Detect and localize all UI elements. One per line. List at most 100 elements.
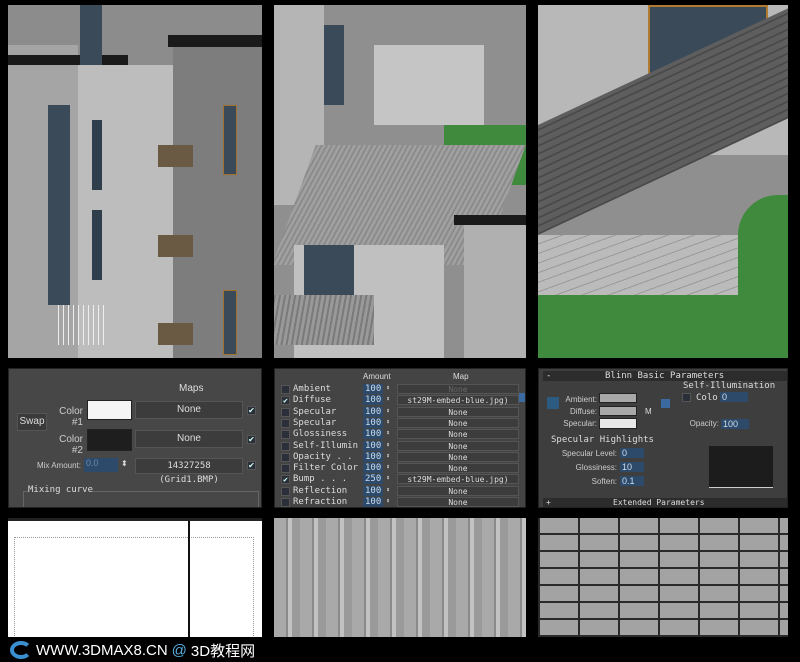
map-enable-checkbox[interactable] [281,441,290,451]
map-enable-checkbox[interactable] [281,486,290,496]
map-amount-input[interactable]: 100 [363,429,383,440]
map-slot-button[interactable]: None [397,451,519,462]
glossiness-label: Glossiness: [575,463,617,472]
mix-map-panel: Maps Swap Color #1 None ✔ Color #2 None … [8,368,262,508]
color1-label: Color #1 [59,406,83,428]
extended-parameters-bar[interactable]: + Extended Parameters [543,498,787,507]
map-amount-input[interactable]: 100 [363,384,383,394]
site-url: WWW.3DMAX8.CN [36,641,168,659]
building-wall [464,225,526,358]
map-label: Specular [293,406,337,417]
map-label: Ambient [293,384,331,394]
map-slot-button[interactable]: None [397,384,519,394]
map-slot-button[interactable]: None [397,440,519,451]
color1-map-button[interactable]: None [135,401,243,419]
map-slot-button[interactable]: None [397,406,519,417]
map-row: Glossiness 100 ⬍ None [281,429,525,440]
map-enable-checkbox[interactable] [281,418,290,428]
self-illum-color-label: Colo [696,393,718,403]
map-slot-button[interactable]: None [397,485,519,496]
amount-spinner[interactable]: ⬍ [386,441,390,449]
amount-header: Amount [363,372,391,381]
rollout-title-bar[interactable]: - Blinn Basic Parameters [543,371,787,381]
map-amount-input[interactable]: 100 [363,395,383,406]
map-enable-checkbox[interactable] [281,498,290,507]
mix-amount-input[interactable]: 0.0 [84,458,118,472]
diffuse-swatch[interactable] [599,406,637,416]
ambient-swatch[interactable] [599,393,637,403]
roof-edge [168,35,262,47]
map-label: Filter Color [293,463,359,474]
amount-spinner[interactable]: ⬍ [386,407,390,415]
amount-spinner[interactable]: ⬍ [386,497,390,505]
map-amount-input[interactable]: 100 [363,417,383,428]
map-slot-button[interactable]: None [397,429,519,440]
self-illum-input[interactable]: 0 [720,392,748,402]
diffuse-map-button[interactable]: M [645,407,652,416]
amount-spinner[interactable]: ⬍ [386,384,390,392]
self-illumination-title: Self-Illumination [683,381,776,391]
color2-map-button[interactable]: None [135,430,243,448]
map-amount-input[interactable]: 100 [363,451,383,462]
grid-line [188,521,190,637]
swap-button[interactable]: Swap [17,413,47,431]
map-slot-button[interactable]: st29M-embed-blue.jpg) [397,474,519,485]
viewport-wall[interactable] [538,5,788,358]
map-amount-input[interactable]: 250 [363,474,383,485]
map-enable-checkbox[interactable] [281,430,290,440]
map-enable-checkbox[interactable]: ✔ [281,475,290,485]
map-slot-button[interactable]: None [397,463,519,474]
viewport-courtyard[interactable] [274,5,526,358]
map-enable-checkbox[interactable] [281,407,290,417]
map-slot-button[interactable]: None [397,417,519,428]
mix-amount-spinner[interactable]: ⬍ [121,459,128,468]
specular-swatch[interactable] [599,418,637,429]
color2-map-checkbox[interactable]: ✔ [247,435,256,444]
mix-amount-map-button[interactable]: 14327258 (Grid1.BMP) [135,458,243,485]
mix-amount-label: Mix Amount: [36,461,81,470]
window [324,25,344,105]
specular-level-input[interactable]: 0 [620,448,644,458]
opacity-input[interactable]: 100 [721,419,749,429]
color1-swatch[interactable] [87,400,132,420]
specular-highlights-title: Specular Highlights [551,435,654,445]
amount-spinner[interactable]: ⬍ [386,429,390,437]
window [223,105,237,175]
map-amount-input[interactable]: 100 [363,497,383,507]
map-enable-checkbox[interactable] [281,464,290,474]
soften-input[interactable]: 0.1 [620,476,644,486]
lock-icon[interactable] [519,393,525,402]
map-amount-input[interactable]: 100 [363,406,383,417]
map-enable-checkbox[interactable]: ✔ [281,396,290,406]
lock-map-icon[interactable] [661,399,670,408]
map-amount-input[interactable]: 100 [363,463,383,474]
amount-spinner[interactable]: ⬍ [386,474,390,482]
glossiness-input[interactable]: 10 [620,462,644,472]
self-illum-color-checkbox[interactable] [682,393,691,402]
lock-color-icon[interactable] [547,397,559,409]
amount-spinner[interactable]: ⬍ [386,486,390,494]
viewport-building[interactable] [8,5,262,358]
blinn-basic-parameters: - Blinn Basic Parameters Ambient: Diffus… [538,368,788,508]
lawn [738,195,788,305]
roof-edge [8,55,128,65]
map-amount-input[interactable]: 100 [363,485,383,496]
color1-map-checkbox[interactable]: ✔ [247,406,256,415]
map-slot-button[interactable]: st29M-embed-blue.jpg) [397,395,519,406]
site-logo-icon [10,641,32,659]
color2-swatch[interactable] [87,429,132,451]
amount-spinner[interactable]: ⬍ [386,418,390,426]
grid-texture-preview [8,518,262,637]
railing [58,305,108,345]
map-slot-button[interactable]: None [397,497,519,507]
mix-amount-map-checkbox[interactable]: ✔ [247,461,256,470]
color2-label: Color #2 [59,434,83,456]
extended-parameters-label: Extended Parameters [613,498,705,507]
map-enable-checkbox[interactable] [281,385,290,394]
map-enable-checkbox[interactable] [281,452,290,462]
map-label: Opacity . . [293,451,353,462]
amount-spinner[interactable]: ⬍ [386,395,390,403]
amount-spinner[interactable]: ⬍ [386,452,390,460]
amount-spinner[interactable]: ⬍ [386,463,390,471]
map-amount-input[interactable]: 100 [363,440,383,451]
